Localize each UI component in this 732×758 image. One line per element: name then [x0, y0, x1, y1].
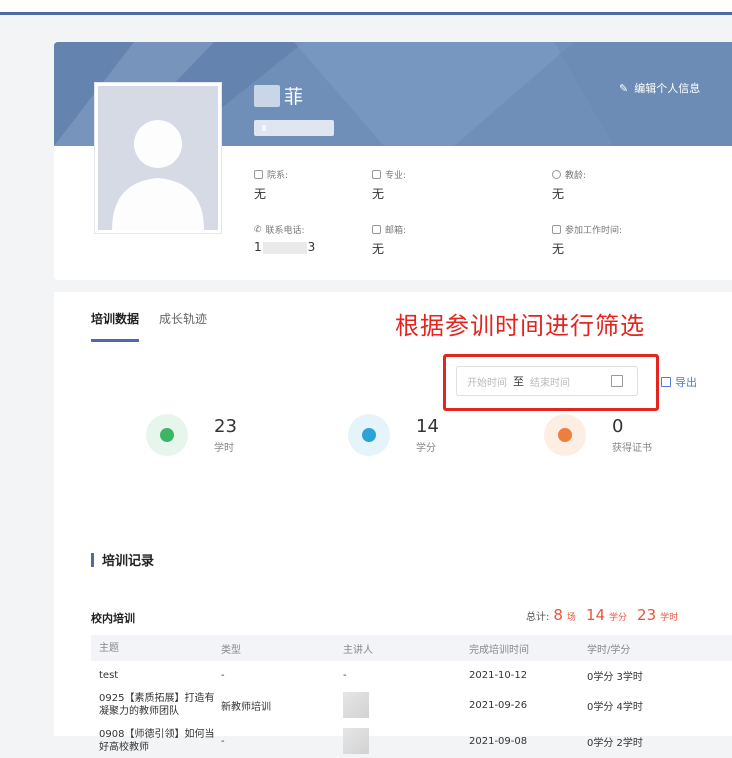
export-icon	[661, 377, 671, 387]
name-redaction	[254, 84, 280, 107]
field-teaching-years: 教龄: 无	[552, 170, 587, 201]
speaker-photo	[343, 724, 369, 758]
tab-bar: 培训数据 成长轨迹	[91, 310, 207, 342]
annotation-text: 根据参训时间进行筛选	[395, 312, 645, 340]
tab-training-data[interactable]: 培训数据	[91, 310, 140, 342]
edit-profile-button[interactable]: ✎ 编辑个人信息	[619, 80, 700, 96]
mail-icon	[372, 225, 381, 234]
calendar-icon[interactable]	[611, 375, 623, 387]
medal-icon	[544, 414, 586, 456]
phone-redaction	[262, 241, 307, 254]
graduation-cap-icon	[348, 414, 390, 456]
field-work-start: 参加工作时间: 无	[552, 225, 623, 256]
building-icon	[254, 170, 263, 179]
user-name: 菲	[254, 82, 303, 109]
main-content: 菲 ✎ 编辑个人信息 院系: 无 专业: 无 教龄: 无 ✆ 联系电话: 13 邮…	[54, 42, 732, 754]
stat-certificates: 0 获得证书	[544, 414, 652, 456]
speaker-photo	[343, 688, 369, 722]
training-panel: 培训数据 成长轨迹 根据参训时间进行筛选 开始时间 至 结束时间 导出 23 学…	[54, 292, 732, 754]
avatar[interactable]	[94, 82, 222, 234]
phone-icon: ✆	[254, 224, 262, 235]
end-date-input[interactable]: 结束时间	[530, 374, 570, 389]
subtitle-redaction	[254, 120, 334, 136]
stat-hours: 23 学时	[146, 414, 237, 456]
tab-growth-track[interactable]: 成长轨迹	[159, 310, 207, 342]
hat-icon	[552, 170, 561, 179]
stat-credits: 14 学分	[348, 414, 439, 456]
section-title: 培训记录	[91, 550, 154, 569]
briefcase-icon	[552, 225, 561, 234]
clock-icon	[146, 414, 188, 456]
date-range-picker[interactable]: 开始时间 至 结束时间	[456, 366, 638, 396]
field-major: 专业: 无	[372, 170, 407, 201]
section-bar	[91, 552, 94, 567]
pencil-icon: ✎	[619, 81, 629, 95]
field-department: 院系: 无	[254, 170, 289, 201]
table-row[interactable]: 0908【师德引领】如何当好高校教师 - 2021-09-08 0学分 2学时	[91, 724, 732, 758]
table-row[interactable]: 0925【素质拓展】打造有凝聚力的教师团队 新教师培训 2021-09-26 0…	[91, 688, 732, 722]
table-row[interactable]: test - - 2021-10-12 0学分 3学时	[91, 664, 732, 686]
totals-summary: 总计: 8场 14 学分 23 学时	[526, 606, 679, 624]
export-button[interactable]: 导出	[661, 374, 697, 390]
field-email: 邮箱: 无	[372, 225, 407, 256]
date-separator: 至	[513, 375, 524, 388]
profile-card: 菲 ✎ 编辑个人信息 院系: 无 专业: 无 教龄: 无 ✆ 联系电话: 13 邮…	[54, 42, 732, 280]
start-date-input[interactable]: 开始时间	[467, 374, 507, 389]
top-accent-line	[0, 12, 732, 15]
field-phone: ✆ 联系电话: 13	[254, 224, 316, 255]
subtitle-mark	[262, 125, 266, 131]
book-icon	[372, 170, 381, 179]
table-header: 主题 类型 主讲人 完成培训时间 学时/学分	[91, 635, 732, 661]
campus-training-title: 校内培训	[91, 612, 135, 625]
